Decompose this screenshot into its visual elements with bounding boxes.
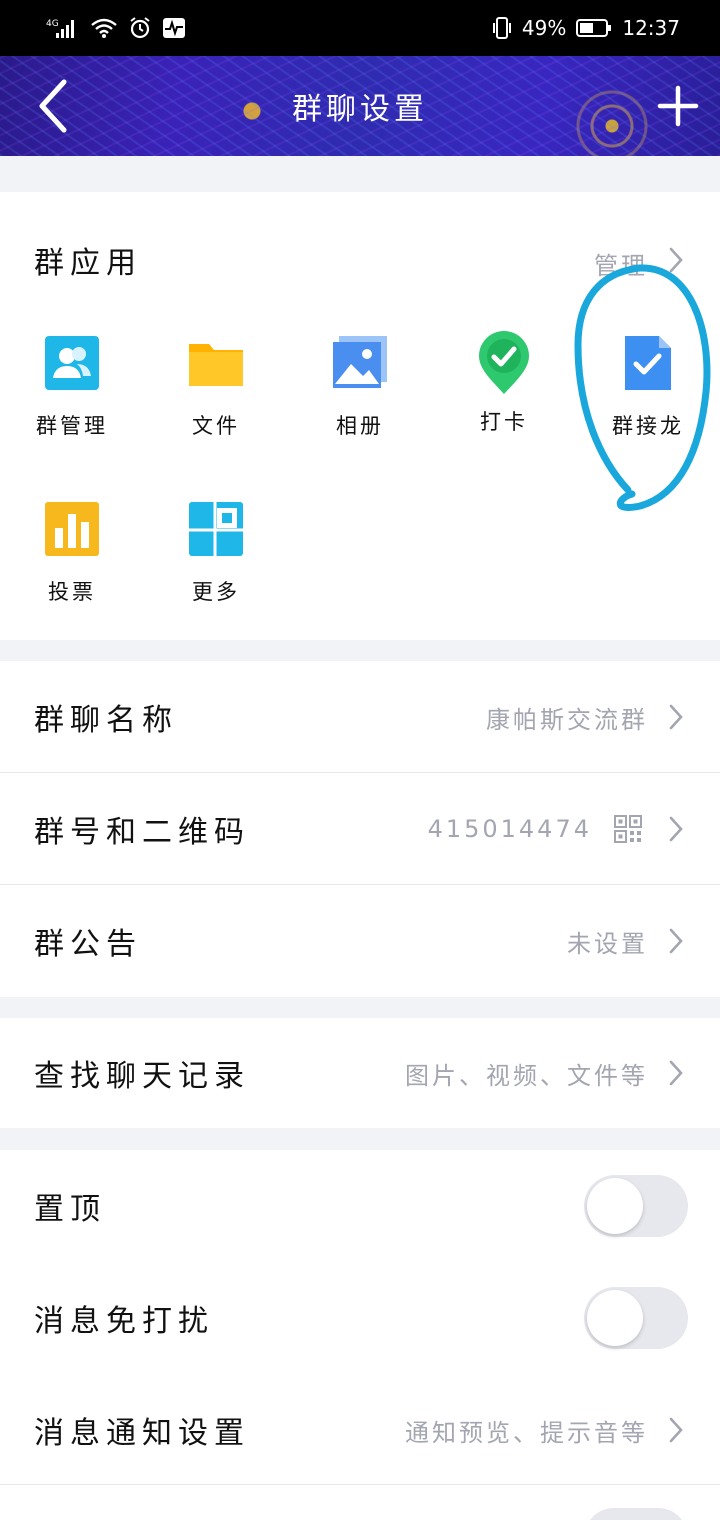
status-left: 4G (46, 16, 186, 40)
group-notice-row[interactable]: 群公告 未设置 (0, 885, 720, 997)
vibrate-icon (492, 16, 512, 40)
status-right: 49% 12:37 (492, 16, 680, 40)
app-group-relay[interactable]: 群接龙 (576, 334, 720, 440)
divider (0, 1484, 720, 1485)
toggle-knob (587, 1178, 643, 1234)
page-title: 群聊设置 (292, 92, 428, 127)
status-bar: 4G 49% 12:37 (0, 0, 720, 56)
row-label: 群公告 (34, 927, 142, 962)
wifi-icon (90, 17, 118, 39)
row-label: 群聊名称 (34, 703, 178, 738)
partial-toggle[interactable] (584, 1508, 688, 1520)
pin-to-top-toggle[interactable] (584, 1175, 688, 1237)
row-label: 查找聊天记录 (34, 1059, 250, 1094)
cellular-signal-icon: 4G (46, 17, 80, 39)
app-label: 投票 (48, 580, 96, 604)
svg-text:4G: 4G (46, 19, 59, 29)
chevron-right-icon (669, 816, 683, 842)
do-not-disturb-row: 消息免打扰 (0, 1262, 720, 1374)
folder-icon (189, 344, 243, 386)
clock: 12:37 (622, 16, 680, 40)
manage-link[interactable]: 管理 (594, 246, 648, 281)
search-history-section: 查找聊天记录 图片、视频、文件等 (0, 1018, 720, 1128)
app-label: 打卡 (480, 410, 528, 434)
app-label: 群管理 (36, 414, 108, 438)
battery-percent: 49% (521, 16, 567, 40)
group-relay-icon (625, 336, 671, 390)
app-label: 文件 (192, 414, 240, 438)
group-info-section: 群聊名称 康帕斯交流群 群号和二维码 415014474 群公告 未设置 (0, 661, 720, 997)
qr-code-icon (614, 815, 642, 843)
battery-icon (576, 18, 612, 38)
group-apps-title: 群应用 (34, 246, 142, 281)
activity-icon (162, 17, 186, 39)
app-photo-album[interactable]: 相册 (288, 334, 432, 440)
plus-icon (657, 85, 699, 127)
chevron-right-icon (669, 1060, 683, 1086)
toggle-knob (587, 1290, 643, 1346)
chevron-right-icon (669, 247, 683, 273)
row-value: 未设置 (567, 929, 648, 958)
row-label: 置顶 (34, 1192, 106, 1227)
row-value: 图片、视频、文件等 (405, 1061, 648, 1090)
group-manage-icon (45, 336, 99, 390)
chat-settings-section: 置顶 消息免打扰 消息通知设置 通知预览、提示音等 (0, 1150, 720, 1520)
app-files[interactable]: 文件 (144, 334, 288, 440)
do-not-disturb-toggle[interactable] (584, 1287, 688, 1349)
app-label: 群接龙 (612, 414, 684, 438)
row-label: 消息通知设置 (34, 1416, 250, 1451)
group-number-qr-row[interactable]: 群号和二维码 415014474 (0, 773, 720, 885)
row-label: 群号和二维码 (34, 815, 250, 850)
add-button[interactable] (656, 84, 700, 128)
vote-icon (45, 502, 99, 556)
app-vote[interactable]: 投票 (0, 500, 144, 606)
pin-to-top-row: 置顶 (0, 1150, 720, 1262)
row-value: 415014474 (427, 815, 592, 843)
app-group-manage[interactable]: 群管理 (0, 334, 144, 440)
row-value: 通知预览、提示音等 (405, 1418, 648, 1447)
chevron-right-icon (669, 704, 683, 730)
header-bar: 群聊设置 (0, 56, 720, 156)
photo-album-icon (333, 336, 387, 388)
alarm-icon (128, 16, 152, 40)
group-name-row[interactable]: 群聊名称 康帕斯交流群 (0, 661, 720, 773)
row-label: 消息免打扰 (34, 1304, 214, 1339)
app-label: 相册 (336, 414, 384, 438)
more-apps-icon (189, 502, 243, 556)
app-more[interactable]: 更多 (144, 500, 288, 606)
app-label: 更多 (192, 580, 240, 604)
check-in-icon (479, 331, 529, 394)
chevron-right-icon (669, 928, 683, 954)
search-chat-history-row[interactable]: 查找聊天记录 图片、视频、文件等 (0, 1018, 720, 1128)
notification-settings-row[interactable]: 消息通知设置 通知预览、提示音等 (0, 1374, 720, 1486)
row-value: 康帕斯交流群 (486, 705, 648, 734)
app-check-in[interactable]: 打卡 (432, 330, 576, 436)
group-apps-section: 群应用 管理 群管理 文件 相册 打卡 群接龙 投票 更多 (0, 192, 720, 640)
chevron-right-icon (669, 1417, 683, 1443)
